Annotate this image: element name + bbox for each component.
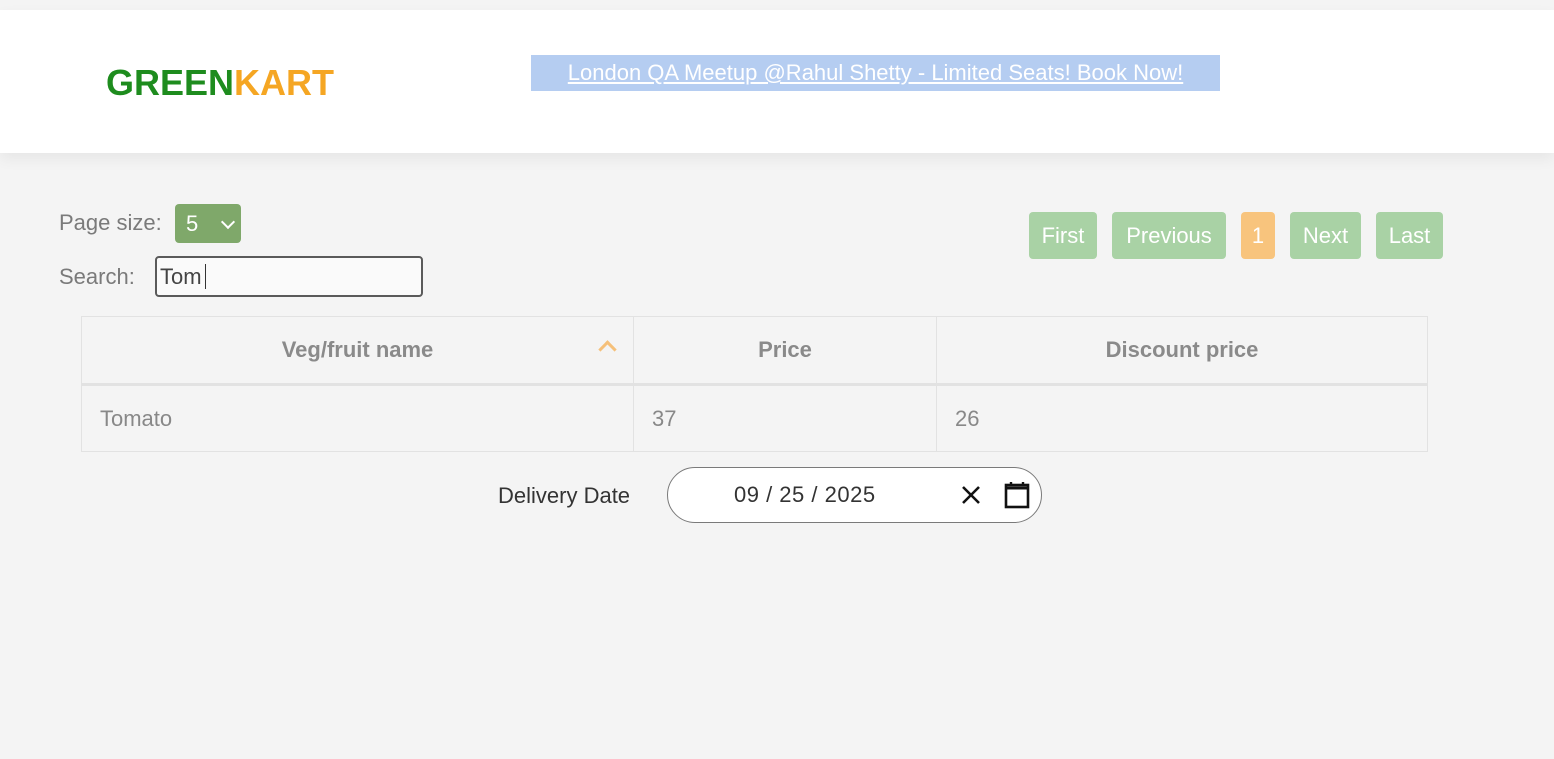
search-label: Search:	[59, 264, 135, 289]
table-row: Tomato 37 26	[82, 386, 1427, 452]
search-input[interactable]	[155, 256, 423, 297]
column-header-name-label: Veg/fruit name	[281, 337, 434, 362]
promo-banner: London QA Meetup @Rahul Shetty - Limited…	[531, 55, 1220, 91]
chevron-down-icon	[220, 214, 236, 230]
top-strip	[0, 0, 1554, 10]
sort-ascending-icon	[598, 340, 617, 359]
cell-discount-price: 26	[936, 386, 1427, 452]
text-caret	[205, 264, 206, 289]
site-header: GREENKART London QA Meetup @Rahul Shetty…	[0, 10, 1554, 153]
close-icon[interactable]	[960, 484, 982, 506]
first-page-button[interactable]: First	[1029, 212, 1097, 259]
next-page-button[interactable]: Next	[1290, 212, 1361, 259]
delivery-date-value: 09 / 25 / 2025	[734, 482, 876, 507]
column-header-price[interactable]: Price	[633, 317, 936, 383]
column-header-discount-label: Discount price	[1105, 337, 1259, 362]
delivery-date-input[interactable]: 09 / 25 / 2025	[667, 467, 1042, 523]
brand-logo: GREENKART	[106, 63, 334, 103]
page-size-select[interactable]: 5	[175, 204, 241, 243]
table-header-row: Veg/fruit name Price Discount price	[82, 317, 1427, 386]
column-header-price-label: Price	[758, 337, 812, 362]
previous-page-button[interactable]: Previous	[1112, 212, 1226, 259]
brand-green-part: GREEN	[106, 62, 235, 103]
column-header-name[interactable]: Veg/fruit name	[82, 317, 633, 383]
cell-price: 37	[633, 386, 936, 452]
delivery-date-label: Delivery Date	[498, 483, 631, 508]
products-table: Veg/fruit name Price Discount price Toma…	[81, 316, 1428, 452]
page-size-value: 5	[186, 210, 199, 236]
column-header-discount[interactable]: Discount price	[936, 317, 1427, 383]
current-page-button[interactable]: 1	[1241, 212, 1275, 259]
page-size-label: Page size:	[59, 210, 162, 235]
brand-orange-part: KART	[234, 62, 335, 103]
last-page-button[interactable]: Last	[1376, 212, 1443, 259]
cell-name: Tomato	[100, 406, 173, 431]
calendar-icon[interactable]	[1004, 481, 1030, 509]
promo-banner-link[interactable]: London QA Meetup @Rahul Shetty - Limited…	[568, 60, 1183, 86]
